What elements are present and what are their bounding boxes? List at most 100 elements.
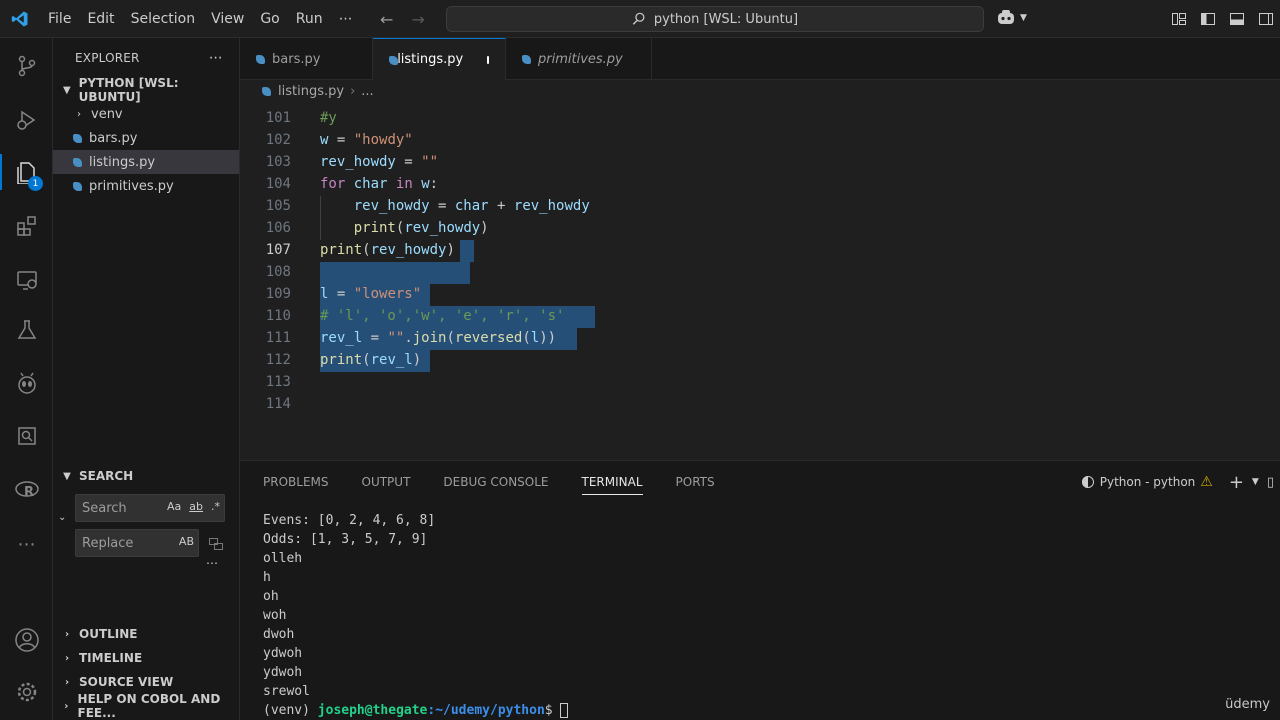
breadcrumb-file[interactable]: listings.py: [278, 84, 344, 99]
search-input[interactable]: Search Aa ab .*: [75, 494, 225, 522]
menu-file[interactable]: File: [40, 0, 79, 38]
terminal-line: Evens: [0, 2, 4, 6, 8]: [263, 513, 436, 528]
menu-run[interactable]: Run: [288, 0, 331, 38]
section-source-view[interactable]: › SOURCE VIEW: [53, 670, 240, 694]
database-icon[interactable]: [0, 412, 53, 460]
tab-output[interactable]: OUTPUT: [362, 461, 411, 503]
tab-ports[interactable]: PORTS: [676, 461, 715, 503]
forward-arrow-icon[interactable]: →: [411, 10, 424, 29]
python-terminal-icon: [1081, 476, 1094, 488]
settings-gear-icon[interactable]: [0, 668, 53, 716]
code-line: 112 print(rev_l): [240, 349, 1280, 371]
tree-item-listings[interactable]: listings.py: [53, 150, 239, 174]
r-language-icon[interactable]: R: [0, 466, 53, 514]
command-center[interactable]: python [WSL: Ubuntu]: [446, 6, 984, 32]
testing-icon[interactable]: [0, 306, 53, 354]
toggle-panel-icon[interactable]: [1222, 0, 1251, 38]
workspace-header[interactable]: ▼ PYTHON [WSL: UBUNTU]: [53, 76, 239, 104]
more-actions-icon[interactable]: ▯: [1267, 475, 1274, 490]
svg-text:R: R: [24, 485, 34, 500]
code-line: 104 for char in w:: [240, 173, 1280, 195]
nav-arrows: ← →: [380, 0, 425, 38]
tree-item-primitives[interactable]: primitives.py: [53, 174, 239, 198]
menu-more[interactable]: ⋯: [331, 0, 361, 38]
terminal-selector[interactable]: Python - python ⚠: [1081, 474, 1213, 490]
line-number: 101: [265, 110, 291, 126]
section-timeline[interactable]: › TIMELINE: [53, 646, 240, 670]
section-label: TIMELINE: [79, 651, 143, 665]
chevron-down-icon: ▼: [62, 84, 71, 96]
editor-tabs: bars.py listings.py primitives.py: [240, 38, 1280, 80]
toggle-replace-chevron-icon[interactable]: ⌄: [58, 512, 66, 523]
explorer-more-icon[interactable]: ⋯: [209, 50, 223, 66]
toggle-secondary-sidebar-icon[interactable]: [1251, 0, 1280, 38]
python-file-icon: [522, 54, 532, 64]
match-word-toggle[interactable]: ab: [189, 500, 203, 513]
tab-listings[interactable]: listings.py: [373, 38, 506, 80]
python-file-icon: [73, 181, 83, 191]
code-line: 109 l = "lowers": [240, 283, 1280, 305]
breadcrumb-more[interactable]: ...: [361, 84, 373, 99]
replace-input[interactable]: Replace AB: [75, 529, 199, 557]
tab-primitives[interactable]: primitives.py: [506, 38, 652, 80]
code-text: #y: [320, 110, 337, 126]
chevron-right-icon: ›: [64, 676, 70, 688]
customize-layout-icon[interactable]: [1164, 0, 1193, 38]
preserve-case-toggle[interactable]: AB: [179, 535, 194, 548]
replace-all-icon[interactable]: [208, 535, 224, 555]
explorer-icon[interactable]: 1: [0, 148, 53, 196]
explorer-title: EXPLORER: [75, 51, 140, 65]
terminal-line: h: [263, 570, 271, 585]
tree-item-venv[interactable]: › venv: [53, 102, 239, 126]
layout-controls: [1164, 0, 1280, 38]
alien-extension-icon[interactable]: [0, 360, 53, 408]
source-control-icon[interactable]: [0, 42, 53, 90]
match-case-toggle[interactable]: Aa: [167, 500, 181, 513]
terminal-output[interactable]: Evens: [0, 2, 4, 6, 8] Odds: [1, 3, 5, 7…: [263, 511, 569, 720]
search-options: Aa ab .*: [167, 500, 220, 513]
explorer-badge: 1: [28, 176, 43, 191]
menu-view[interactable]: View: [203, 0, 252, 38]
code-line: 101 #y: [240, 107, 1280, 129]
line-number: 109: [265, 286, 291, 302]
back-arrow-icon[interactable]: ←: [380, 10, 393, 29]
search-header[interactable]: ▼ SEARCH: [53, 464, 240, 488]
run-debug-icon[interactable]: [0, 96, 53, 144]
tab-bars[interactable]: bars.py: [240, 38, 373, 80]
code-line: 105 rev_howdy = char + rev_howdy: [240, 195, 1280, 217]
remote-explorer-icon[interactable]: [0, 256, 53, 304]
account-icon[interactable]: [0, 616, 53, 664]
tab-terminal[interactable]: TERMINAL: [581, 461, 643, 503]
tab-problems[interactable]: PROBLEMS: [263, 461, 329, 503]
extensions-icon[interactable]: [0, 202, 53, 250]
tree-item-bars[interactable]: bars.py: [53, 126, 239, 150]
menu-selection[interactable]: Selection: [123, 0, 204, 38]
toggle-primary-sidebar-icon[interactable]: [1193, 0, 1222, 38]
unsaved-dot-icon[interactable]: [487, 55, 489, 64]
workspace-title: PYTHON [WSL: UBUNTU]: [78, 76, 179, 104]
menu-go[interactable]: Go: [252, 0, 287, 38]
python-file-icon: [73, 157, 83, 167]
terminal-line: ydwoh: [263, 646, 303, 661]
regex-toggle[interactable]: .*: [211, 500, 220, 513]
code-line: 113: [240, 371, 1280, 393]
line-number: 111: [265, 330, 291, 346]
chevron-down-icon[interactable]: ▼: [1252, 477, 1259, 487]
tree-item-label: listings.py: [89, 154, 156, 170]
code-text: print(rev_howdy): [320, 242, 455, 258]
more-views-icon[interactable]: ⋯: [0, 520, 53, 568]
menu-bar: File Edit Selection View Go Run ⋯: [40, 0, 361, 38]
terminal-line: ydwoh: [263, 665, 303, 680]
tab-label: listings.py: [397, 52, 464, 67]
section-help-cobol[interactable]: › HELP ON COBOL AND FEE...: [53, 692, 240, 720]
code-line: 102 w = "howdy": [240, 129, 1280, 151]
section-outline[interactable]: › OUTLINE: [53, 622, 240, 646]
menu-edit[interactable]: Edit: [79, 0, 122, 38]
copilot-button[interactable]: ▼: [996, 9, 1027, 27]
code-editor[interactable]: 101 #y 102 w = "howdy" 103 rev_howdy = "" 1…: [240, 102, 1280, 460]
tab-debug-console[interactable]: DEBUG CONSOLE: [443, 461, 548, 503]
new-terminal-icon[interactable]: +: [1229, 472, 1244, 493]
terminal-line: Odds: [1, 3, 5, 7, 9]: [263, 532, 428, 547]
line-number: 108: [265, 264, 291, 280]
search-details-icon[interactable]: ⋯: [206, 556, 218, 570]
